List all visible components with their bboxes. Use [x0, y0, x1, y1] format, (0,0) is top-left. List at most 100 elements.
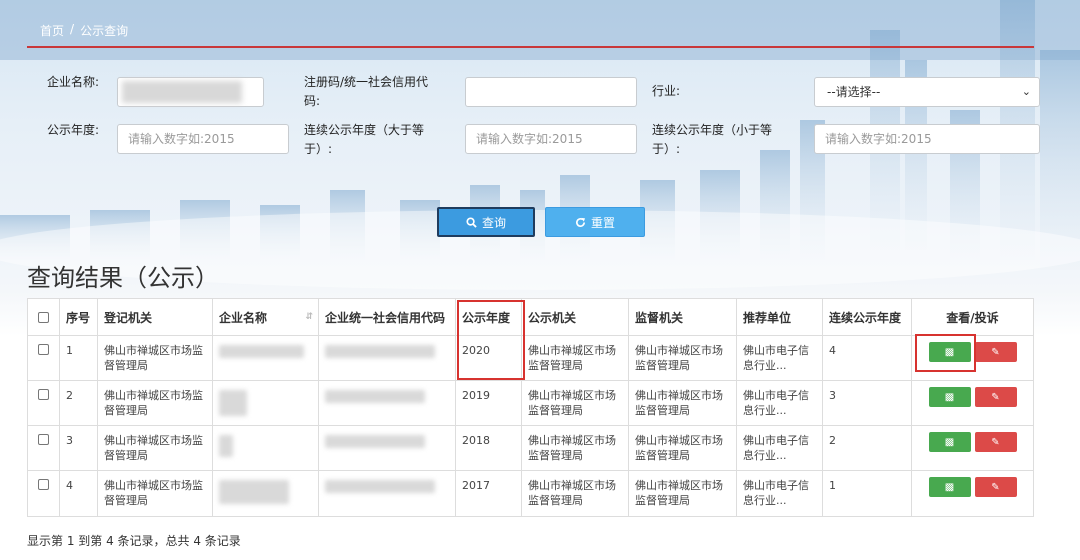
row-checkbox[interactable]: [38, 434, 49, 445]
row-recommender: 佛山市电子信息行业...: [737, 381, 823, 425]
results-table: 序号 登记机关 企业名称 ⇵ 企业统一社会信用代码 公示年度 公示机关 监督机关 …: [27, 298, 1034, 517]
row-reg-org: 佛山市禅城区市场监督管理局: [98, 426, 213, 470]
header-reg-org[interactable]: 登记机关: [98, 299, 213, 335]
row-credit-code: [319, 381, 456, 425]
select-all-cell: [28, 299, 60, 335]
row-credit-code: [319, 336, 456, 380]
breadcrumb-home-link[interactable]: 首页: [40, 22, 64, 39]
breadcrumb: 首页 / 公示查询: [40, 22, 128, 39]
row-checkbox-cell: [28, 381, 60, 425]
row-reg-org: 佛山市禅城区市场监督管理局: [98, 381, 213, 425]
row-checkbox-cell: [28, 426, 60, 470]
row-sup-org: 佛山市禅城区市场监督管理局: [629, 336, 737, 380]
row-no: 1: [60, 336, 98, 380]
header-no[interactable]: 序号: [60, 299, 98, 335]
row-cont-years: 2: [823, 426, 912, 470]
row-year: 2018: [456, 426, 522, 470]
header-recommender[interactable]: 推荐单位: [737, 299, 823, 335]
header-cont-years[interactable]: 连续公示年度: [823, 299, 912, 335]
header-credit-code[interactable]: 企业统一社会信用代码: [319, 299, 456, 335]
document-icon: ▩: [944, 481, 955, 493]
complain-button[interactable]: ✎: [974, 432, 1017, 452]
year-input[interactable]: [117, 124, 289, 154]
header-company-name-label: 企业名称: [219, 310, 268, 325]
industry-select[interactable]: --请选择-- ⌄: [814, 77, 1040, 107]
row-checkbox[interactable]: [38, 389, 49, 400]
row-pub-org: 佛山市禅城区市场监督管理局: [522, 381, 629, 425]
row-year: 2020: [456, 336, 522, 380]
row-checkbox-cell: [28, 336, 60, 380]
reset-button-label: 重置: [590, 215, 615, 230]
redacted-company: [219, 480, 289, 504]
cont-min-input[interactable]: [465, 124, 637, 154]
view-button[interactable]: ▩: [928, 477, 971, 497]
edit-icon: ✎: [991, 481, 1000, 493]
company-name-input[interactable]: [117, 77, 264, 107]
redacted-company: [219, 435, 233, 457]
table-row: 2 佛山市禅城区市场监督管理局 2019 佛山市禅城区市场监督管理局 佛山市禅城…: [28, 381, 1033, 426]
row-company-name: [213, 471, 319, 516]
reg-code-label: 注册码/统一社会信用代码:: [304, 75, 429, 108]
row-actions: ▩ ✎: [912, 336, 1033, 380]
row-year: 2019: [456, 381, 522, 425]
header-pub-org[interactable]: 公示机关: [522, 299, 629, 335]
row-reg-org: 佛山市禅城区市场监督管理局: [98, 336, 213, 380]
redacted-credit-code: [325, 345, 435, 358]
year-label: 公示年度:: [47, 123, 100, 137]
row-recommender: 佛山市电子信息行业...: [737, 336, 823, 380]
header-company-name[interactable]: 企业名称 ⇵: [213, 299, 319, 335]
row-company-name: [213, 336, 319, 380]
row-recommender: 佛山市电子信息行业...: [737, 426, 823, 470]
redacted-company: [219, 390, 247, 416]
redacted-company: [219, 345, 304, 358]
row-pub-org: 佛山市禅城区市场监督管理局: [522, 336, 629, 380]
complain-button[interactable]: ✎: [974, 387, 1017, 407]
document-icon: ▩: [944, 391, 955, 403]
industry-label: 行业:: [652, 84, 681, 98]
redacted-company-name: [122, 81, 242, 103]
row-reg-org: 佛山市禅城区市场监督管理局: [98, 471, 213, 516]
document-icon: ▩: [944, 436, 955, 448]
row-credit-code: [319, 426, 456, 470]
cont-max-input[interactable]: [814, 124, 1040, 154]
view-button[interactable]: ▩: [928, 432, 971, 452]
edit-icon: ✎: [991, 391, 1000, 403]
row-checkbox[interactable]: [38, 479, 49, 490]
row-sup-org: 佛山市禅城区市场监督管理局: [629, 381, 737, 425]
view-button[interactable]: ▩: [928, 387, 971, 407]
row-sup-org: 佛山市禅城区市场监督管理局: [629, 471, 737, 516]
row-year: 2017: [456, 471, 522, 516]
table-row: 3 佛山市禅城区市场监督管理局 2018 佛山市禅城区市场监督管理局 佛山市禅城…: [28, 426, 1033, 471]
row-no: 4: [60, 471, 98, 516]
row-cont-years: 4: [823, 336, 912, 380]
header-sup-org[interactable]: 监督机关: [629, 299, 737, 335]
row-recommender: 佛山市电子信息行业...: [737, 471, 823, 516]
select-all-checkbox[interactable]: [38, 311, 49, 323]
header-actions: 查看/投诉: [946, 310, 999, 325]
redacted-credit-code: [325, 480, 435, 493]
reset-button[interactable]: 重置: [545, 207, 645, 237]
redacted-credit-code: [325, 390, 425, 403]
row-pub-org: 佛山市禅城区市场监督管理局: [522, 426, 629, 470]
row-cont-years: 3: [823, 381, 912, 425]
header-year[interactable]: 公示年度: [456, 299, 522, 335]
complain-button[interactable]: ✎: [974, 342, 1017, 362]
query-button[interactable]: 查询: [437, 207, 535, 237]
breadcrumb-current: 公示查询: [80, 24, 129, 38]
row-checkbox[interactable]: [38, 344, 49, 355]
pagination-info: 显示第 1 到第 4 条记录，总共 4 条记录: [27, 534, 241, 548]
results-title: 查询结果（公示）: [27, 264, 219, 292]
table-header-row: 序号 登记机关 企业名称 ⇵ 企业统一社会信用代码 公示年度 公示机关 监督机关 …: [28, 299, 1033, 336]
breadcrumb-separator: /: [70, 22, 75, 36]
view-button[interactable]: ▩: [928, 342, 971, 362]
table-row: 1 佛山市禅城区市场监督管理局 2020 佛山市禅城区市场监督管理局 佛山市禅城…: [28, 336, 1033, 381]
row-actions: ▩ ✎: [912, 471, 1033, 516]
search-icon: [466, 216, 477, 228]
reg-code-input[interactable]: [465, 77, 637, 107]
edit-icon: ✎: [991, 346, 1000, 358]
row-actions: ▩ ✎: [912, 381, 1033, 425]
complain-button[interactable]: ✎: [974, 477, 1017, 497]
row-no: 3: [60, 426, 98, 470]
row-company-name: [213, 381, 319, 425]
row-checkbox-cell: [28, 471, 60, 516]
